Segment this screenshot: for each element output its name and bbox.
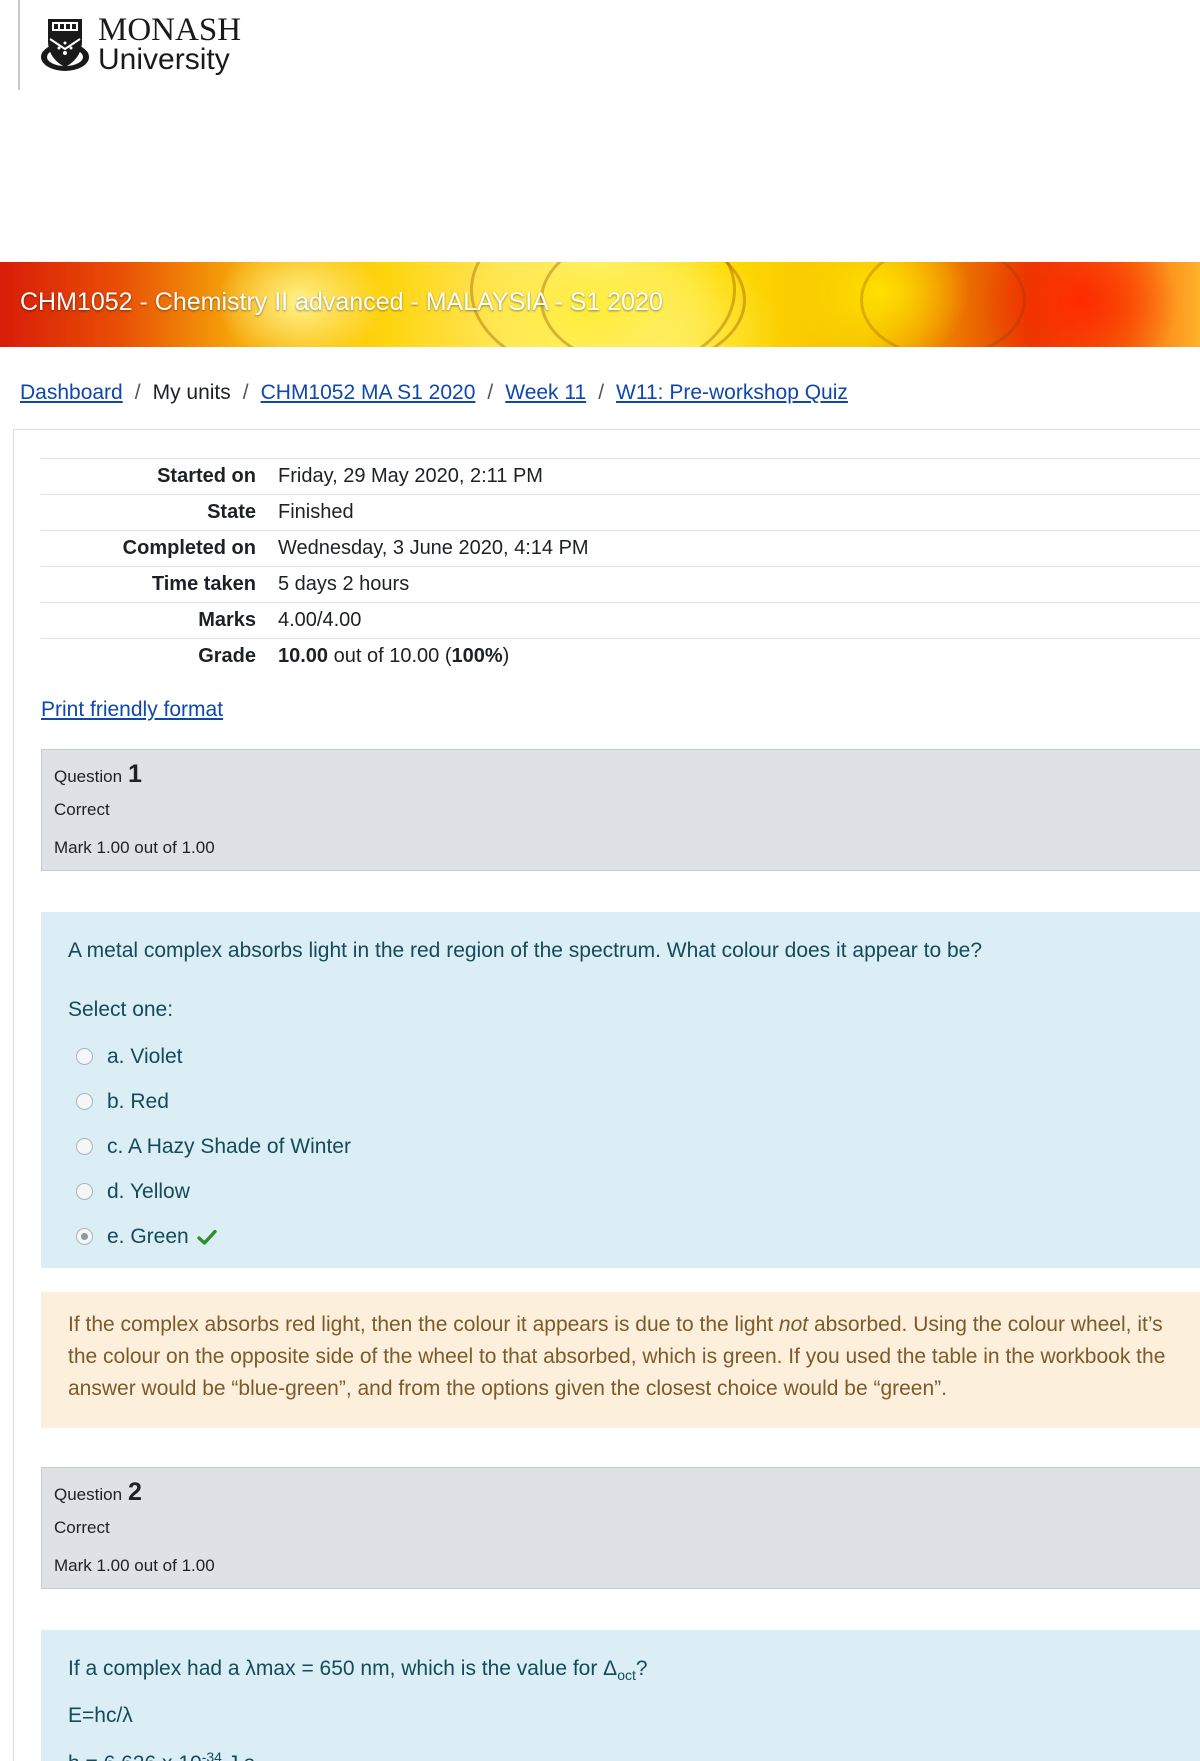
summary-value: Friday, 29 May 2020, 2:11 PM <box>278 465 543 487</box>
breadcrumb-quiz[interactable]: W11: Pre-workshop Quiz <box>616 381 848 405</box>
question-grade: Mark 1.00 out of 1.00 <box>54 838 215 857</box>
check-mark-icon <box>197 1229 217 1245</box>
header-logo-area: MONASH University <box>0 0 1200 262</box>
answer-label: b. Red <box>107 1089 169 1113</box>
question-1-feedback: If the complex absorbs red light, then t… <box>41 1292 1200 1428</box>
breadcrumb-dashboard[interactable]: Dashboard <box>20 381 123 405</box>
question-text-after: ? <box>635 1657 648 1680</box>
question-label: Question <box>54 767 123 786</box>
logo-wordmark: MONASH University <box>98 14 241 75</box>
radio-button[interactable] <box>76 1183 93 1200</box>
answer-label: a. Violet <box>107 1044 183 1068</box>
answer-label: c. A Hazy Shade of Winter <box>107 1134 351 1158</box>
answer-label: d. Yellow <box>107 1179 190 1203</box>
question-label: Question <box>54 1485 123 1504</box>
attempt-summary-table: Started on Friday, 29 May 2020, 2:11 PM … <box>41 458 1200 675</box>
planck-exponent: -34 <box>201 1749 222 1761</box>
print-friendly-link[interactable]: Print friendly format <box>41 698 223 722</box>
radio-button[interactable] <box>76 1138 93 1155</box>
breadcrumb-separator: / <box>487 381 494 404</box>
select-one-prompt: Select one: <box>68 998 174 1021</box>
question-1-info: Question 1 Correct Mark 1.00 out of 1.00 <box>41 749 1200 871</box>
monash-crest-icon <box>41 18 89 71</box>
question-number: Question 2 <box>54 1478 1200 1512</box>
planck-constant: h = 6.626 x 10-34 J.s <box>68 1744 1194 1761</box>
answer-option-d[interactable]: d. Yellow <box>68 1169 1194 1214</box>
summary-label: Completed on <box>122 537 256 559</box>
answer-option-c[interactable]: c. A Hazy Shade of Winter <box>68 1124 1194 1169</box>
breadcrumb-my-units: My units <box>152 381 231 404</box>
answer-label: e. Green <box>107 1224 189 1248</box>
question-text-before: If a complex had a λmax = 650 nm, which … <box>68 1657 618 1680</box>
banner-decoration <box>860 262 1026 347</box>
feedback-emphasis: not <box>778 1313 809 1336</box>
summary-value: Finished <box>278 501 354 523</box>
grade-end: ) <box>502 645 510 667</box>
question-text-subscript: oct <box>617 1667 636 1684</box>
planck-before: h = 6.626 x 10 <box>68 1752 202 1761</box>
breadcrumb: Dashboard / My units / CHM1052 MA S1 202… <box>20 381 848 405</box>
question-2-formulation: If a complex had a λmax = 650 nm, which … <box>41 1630 1200 1761</box>
answer-option-e[interactable]: e. Green <box>68 1214 1194 1259</box>
page: MONASH University CHM1052 - Chemistry II… <box>0 0 1200 1761</box>
summary-value: Wednesday, 3 June 2020, 4:14 PM <box>278 537 589 559</box>
monash-logo[interactable]: MONASH University <box>40 14 241 75</box>
question-number-value: 1 <box>128 760 142 788</box>
question-number: Question 1 <box>54 760 1200 794</box>
feedback-part1: If the complex absorbs red light, then t… <box>68 1313 779 1336</box>
question-grade: Mark 1.00 out of 1.00 <box>54 1556 215 1575</box>
breadcrumb-separator: / <box>134 381 141 404</box>
question-state: Correct <box>54 800 110 819</box>
question-text: If a complex had a λmax = 650 nm, which … <box>68 1656 1194 1688</box>
breadcrumb-unit[interactable]: CHM1052 MA S1 2020 <box>261 381 476 405</box>
summary-value-grade: 10.00 out of 10.00 (100%) <box>278 639 1200 675</box>
planck-after: J.s <box>222 1752 255 1761</box>
summary-row-marks: Marks 4.00/4.00 <box>41 602 1200 639</box>
question-2-info: Question 2 Correct Mark 1.00 out of 1.00 <box>41 1467 1200 1589</box>
summary-label: State <box>207 501 256 523</box>
summary-row-state: State Finished <box>41 494 1200 531</box>
summary-row-completed: Completed on Wednesday, 3 June 2020, 4:1… <box>41 530 1200 567</box>
course-title: CHM1052 - Chemistry II advanced - MALAYS… <box>20 288 663 316</box>
grade-middle: out of 10.00 ( <box>328 645 452 667</box>
course-banner: CHM1052 - Chemistry II advanced - MALAYS… <box>0 262 1200 347</box>
answer-list: a. Violet b. Red c. A Hazy Shade of Wint… <box>68 1034 1194 1259</box>
logo-line-university: University <box>98 43 230 76</box>
logo-divider <box>18 0 20 90</box>
summary-label: Marks <box>198 609 256 631</box>
question-number-value: 2 <box>128 1478 142 1506</box>
breadcrumb-week[interactable]: Week 11 <box>505 381 586 405</box>
summary-value: 4.00/4.00 <box>278 609 362 631</box>
breadcrumb-separator: / <box>598 381 605 404</box>
summary-label: Started on <box>157 465 256 487</box>
summary-label: Grade <box>198 645 256 667</box>
summary-row-time-taken: Time taken 5 days 2 hours <box>41 566 1200 603</box>
answer-option-b[interactable]: b. Red <box>68 1079 1194 1124</box>
summary-row-started: Started on Friday, 29 May 2020, 2:11 PM <box>41 458 1200 495</box>
grade-score: 10.00 <box>278 645 329 667</box>
radio-button-selected[interactable] <box>76 1228 93 1245</box>
summary-row-grade: Grade 10.00 out of 10.00 (100%) <box>41 638 1200 675</box>
question-state: Correct <box>54 1518 110 1537</box>
breadcrumb-separator: / <box>242 381 249 404</box>
summary-label: Time taken <box>151 573 256 595</box>
feedback-text: If the complex absorbs red light, then t… <box>68 1309 1194 1405</box>
grade-percent: 100% <box>451 645 503 667</box>
radio-button[interactable] <box>76 1093 93 1110</box>
question-1-formulation: A metal complex absorbs light in the red… <box>41 912 1200 1268</box>
answer-option-a[interactable]: a. Violet <box>68 1034 1194 1079</box>
radio-button[interactable] <box>76 1048 93 1065</box>
energy-formula: E=hc/λ <box>68 1704 133 1728</box>
summary-value: 5 days 2 hours <box>278 573 410 595</box>
question-text: A metal complex absorbs light in the red… <box>68 939 983 962</box>
